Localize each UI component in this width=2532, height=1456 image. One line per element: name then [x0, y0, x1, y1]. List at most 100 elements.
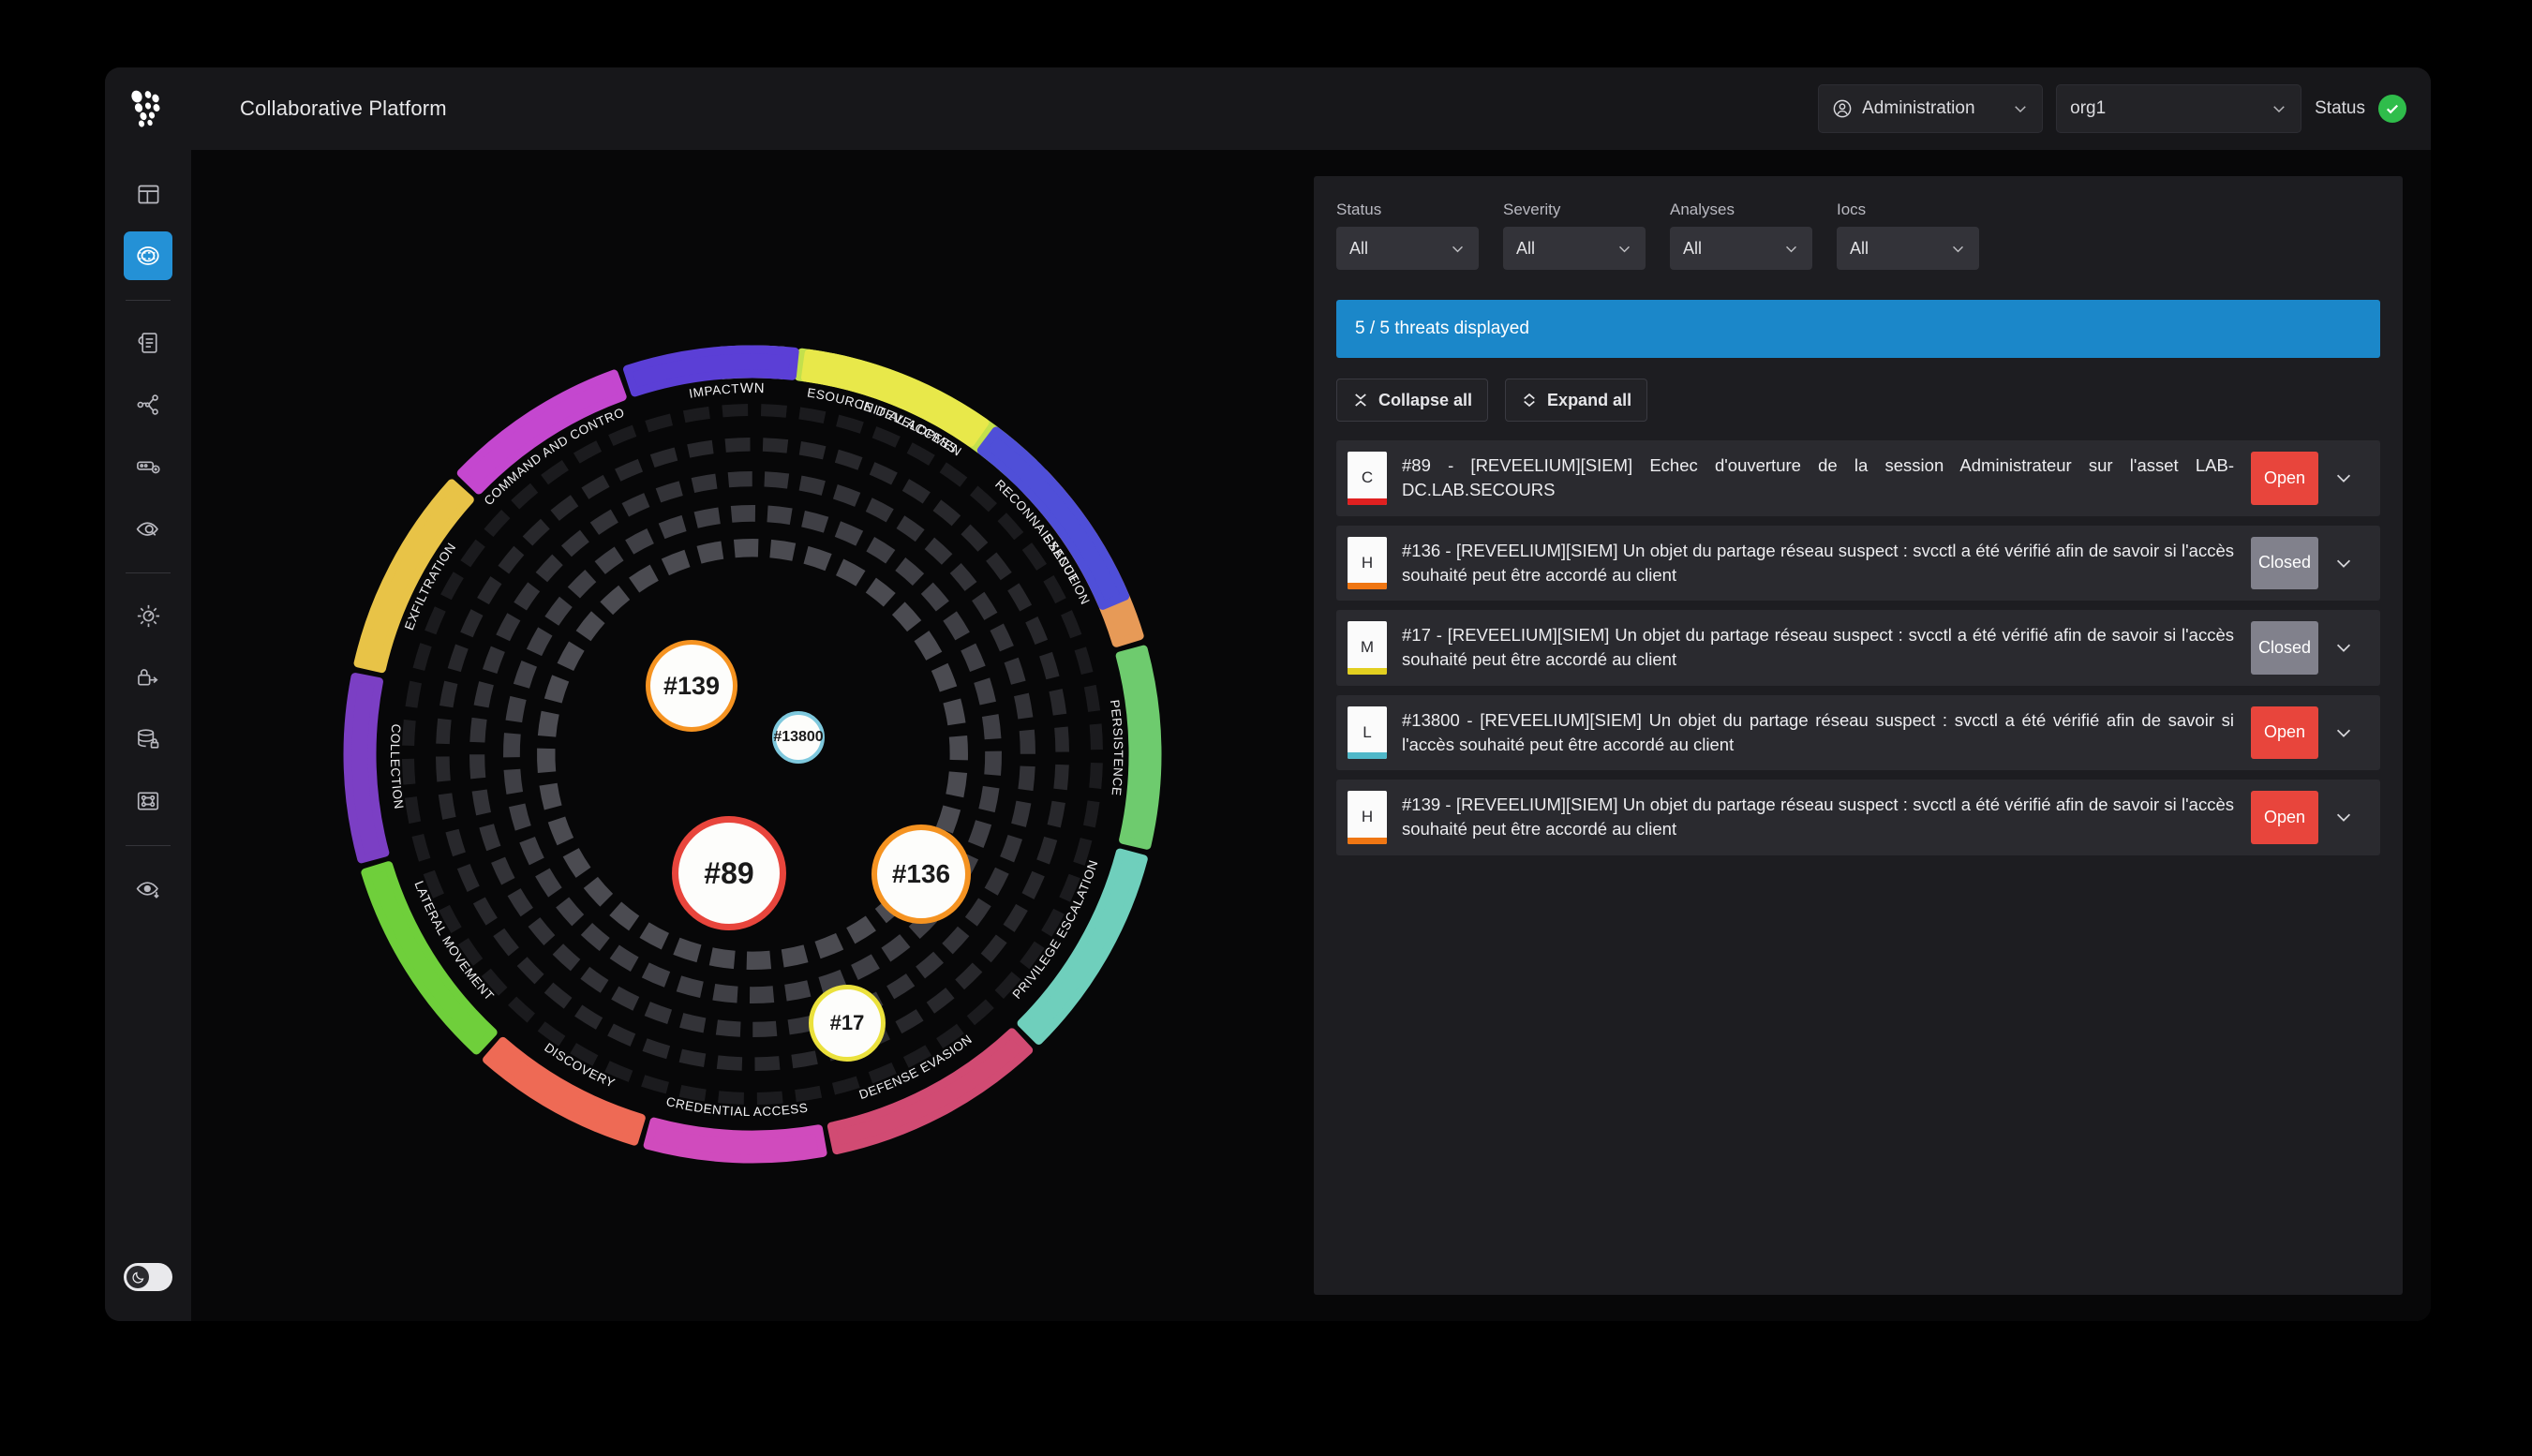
threat-bubble[interactable]: #17 — [809, 985, 886, 1062]
threat-state-button[interactable]: Closed — [2251, 621, 2318, 675]
technique-cell — [1018, 765, 1035, 792]
technique-cell — [939, 462, 968, 487]
technique-cell — [469, 754, 486, 780]
technique-cell — [836, 558, 866, 587]
technique-cell — [948, 735, 968, 761]
technique-cell — [932, 499, 961, 527]
technique-cell — [574, 1004, 603, 1030]
tactic-arc-credential-access[interactable] — [643, 1117, 827, 1164]
technique-cell — [1036, 836, 1058, 865]
technique-cell — [895, 1009, 924, 1034]
sidebar-item-observability[interactable] — [124, 504, 172, 553]
organization-select[interactable]: org1 — [2056, 84, 2302, 133]
technique-cell — [798, 441, 827, 460]
technique-cell — [978, 785, 1000, 813]
technique-cell — [682, 406, 710, 423]
threat-bubble[interactable]: #139 — [646, 640, 737, 732]
sidebar-item-security[interactable] — [124, 653, 172, 702]
threat-state-button[interactable]: Open — [2251, 706, 2318, 760]
technique-cell — [931, 662, 958, 692]
sidebar-item-data-store[interactable] — [124, 715, 172, 764]
sidebar-item-monitoring[interactable] — [124, 864, 172, 913]
app-logo[interactable] — [105, 89, 191, 128]
filter-value: All — [1683, 238, 1703, 258]
top-bar: Collaborative Platform Administration or… — [105, 67, 2431, 150]
tactic-arc-command-and-control[interactable] — [456, 369, 627, 495]
technique-cell — [997, 513, 1024, 541]
sidebar-item-threat-wheel[interactable] — [124, 231, 172, 280]
sidebar-item-dashboard[interactable] — [124, 170, 172, 218]
threat-state-label: Closed — [2257, 637, 2312, 657]
technique-cell — [691, 473, 718, 493]
threat-bubble[interactable]: #89 — [672, 816, 786, 930]
technique-cell — [460, 609, 484, 638]
threat-state-button[interactable]: Closed — [2251, 536, 2318, 590]
sidebar-item-detection[interactable] — [124, 591, 172, 640]
technique-cell — [1049, 689, 1067, 716]
admin-role-select[interactable]: Administration — [1818, 84, 2044, 133]
threat-row[interactable]: C #89 - [REVEELIUM][SIEM] Echec d'ouvertu… — [1336, 440, 2380, 516]
threat-state-button[interactable]: Open — [2251, 452, 2318, 505]
tactic-arc-collection[interactable] — [343, 673, 390, 864]
tactic-arc-persistence[interactable] — [1115, 645, 1162, 850]
expand-row-button[interactable] — [2318, 705, 2369, 762]
threat-bubble[interactable]: #13800 — [772, 711, 825, 764]
theme-toggle[interactable] — [124, 1263, 172, 1291]
threat-row[interactable]: L #13800 - [REVEELIUM][SIEM] Un objet du … — [1336, 694, 2380, 771]
sidebar-item-reports[interactable] — [124, 319, 172, 367]
severity-letter: L — [1363, 722, 1372, 741]
threat-row[interactable]: H #136 - [REVEELIUM][SIEM] Un objet du pa… — [1336, 525, 2380, 602]
status-label: Status — [2315, 98, 2365, 118]
collapse-all-button[interactable]: Collapse all — [1336, 379, 1489, 422]
technique-cell — [752, 1020, 778, 1037]
technique-cell — [641, 1075, 669, 1094]
technique-cell — [764, 471, 790, 489]
technique-cell — [544, 675, 570, 704]
technique-cell — [1082, 800, 1100, 828]
expand-row-button[interactable] — [2318, 535, 2369, 592]
filter-select-severity[interactable]: All — [1503, 227, 1646, 270]
threat-state-label: Closed — [2257, 553, 2312, 572]
threat-description: #17 - [REVEELIUM][SIEM] Un objet du part… — [1402, 625, 2234, 670]
expand-row-button[interactable] — [2318, 619, 2369, 676]
technique-cell — [1021, 542, 1048, 571]
filter-select-status[interactable]: All — [1336, 227, 1479, 270]
technique-cell — [544, 596, 573, 626]
eye-search-icon — [136, 521, 158, 536]
tactic-label: IMPACT — [688, 381, 739, 401]
threat-row[interactable]: H #139 - [REVEELIUM][SIEM] Un objet du pa… — [1336, 780, 2380, 855]
technique-cell — [1083, 684, 1101, 712]
expand-all-button[interactable]: Expand all — [1505, 379, 1648, 422]
sidebar-item-devices[interactable] — [124, 442, 172, 491]
severity-color-bar — [1348, 667, 1387, 675]
technique-cell — [914, 631, 943, 661]
sidebar-item-correlation[interactable] — [124, 777, 172, 825]
user-circle-icon — [1833, 99, 1852, 118]
filter-group-analyses: Analyses All — [1670, 201, 1812, 270]
threat-state-button[interactable]: Open — [2251, 791, 2318, 844]
technique-cell — [539, 782, 562, 810]
technique-cell — [1061, 610, 1082, 639]
technique-cell — [718, 1091, 744, 1105]
technique-cell — [528, 917, 556, 946]
chevron-down-icon — [2273, 106, 2285, 113]
technique-cell — [644, 1002, 673, 1025]
expand-row-button[interactable] — [2318, 450, 2369, 507]
filter-select-iocs[interactable]: All — [1837, 227, 1979, 270]
document-list-icon — [138, 333, 157, 353]
sidebar-item-topology[interactable] — [124, 380, 172, 429]
technique-cell — [1043, 574, 1066, 604]
severity-color-bar — [1348, 837, 1387, 844]
threat-state-label: Open — [2263, 722, 2306, 742]
expand-row-button[interactable] — [2318, 789, 2369, 846]
technique-cell — [482, 646, 505, 675]
mitre-attack-wheel[interactable]: WN INITIAL ACCESS EXECUTION PERSISTENCE PRIV… — [191, 150, 1314, 1321]
technique-cell — [869, 462, 898, 485]
threat-bubble[interactable]: #136 — [871, 825, 971, 924]
technique-cell — [581, 474, 610, 499]
chevron-down-icon — [1953, 245, 1963, 252]
ring-target-icon — [137, 246, 159, 265]
threat-row[interactable]: M #17 - [REVEELIUM][SIEM] Un objet du par… — [1336, 610, 2380, 686]
chevron-down-icon — [1786, 245, 1796, 252]
filter-select-analyses[interactable]: All — [1670, 227, 1812, 270]
